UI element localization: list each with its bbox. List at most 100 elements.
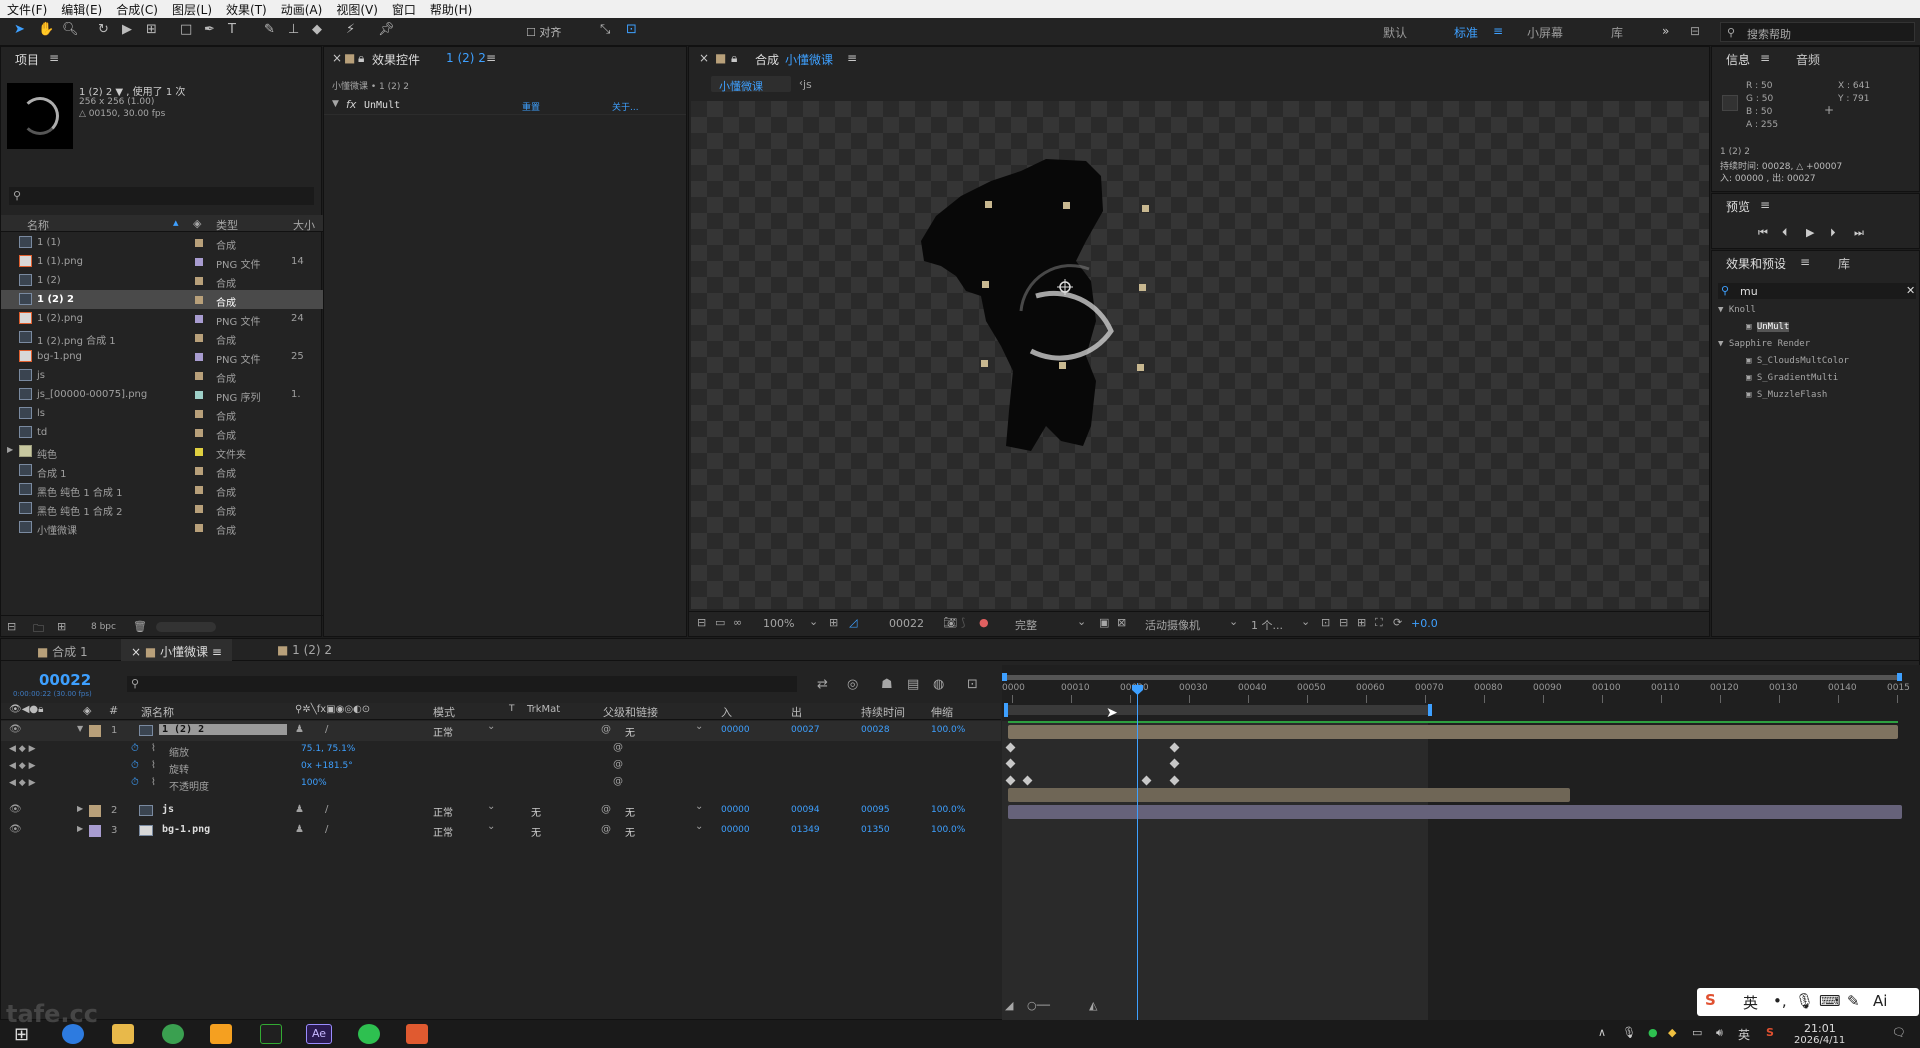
views-dropdown[interactable]: 1 个... — [1251, 617, 1283, 633]
label-color-swatch[interactable] — [195, 391, 203, 399]
clone-tool-icon[interactable]: ⊥ — [288, 22, 299, 42]
pen-tool-icon[interactable]: ✒ — [204, 22, 215, 42]
help-search-field[interactable]: ⚲ 搜索帮助 — [1720, 22, 1915, 42]
expand-arrow-icon[interactable]: ▼ — [332, 99, 339, 109]
ime-logo-icon[interactable]: S — [1705, 991, 1716, 1009]
layer-out[interactable]: 00027 — [791, 725, 820, 735]
workspace-menu-icon[interactable]: ≡ — [1493, 24, 1503, 38]
timeline-search-input[interactable]: ⚲ — [127, 676, 797, 692]
column-type[interactable]: 类型 — [216, 217, 238, 233]
ime-ai-icon[interactable]: Ai — [1873, 992, 1887, 1010]
column-parent[interactable]: 父级和链接 — [603, 704, 658, 720]
label-color-swatch[interactable] — [195, 353, 203, 361]
trash-icon[interactable]: 🗑︎ — [133, 620, 147, 633]
more-workspaces-icon[interactable]: » — [1662, 24, 1669, 38]
transform-handle[interactable] — [981, 360, 988, 367]
frame-blending-icon[interactable]: ▤ — [907, 677, 919, 692]
project-item[interactable]: td 合成 — [1, 423, 323, 442]
parent-dropdown[interactable]: 无 — [625, 804, 635, 819]
project-item[interactable]: 黑色 纯色 1 合成 2 合成 — [1, 499, 323, 518]
brush-tool-icon[interactable]: ✎ — [264, 22, 275, 42]
label-color-swatch[interactable] — [195, 372, 203, 380]
menu-item[interactable]: 合成(C) — [109, 1, 165, 18]
effects-search-input[interactable]: ⚲ mu ✕ — [1718, 283, 1916, 299]
tray-wechat-icon[interactable]: ● — [1648, 1026, 1658, 1039]
shy-icon[interactable]: ☗ — [881, 677, 893, 692]
shy-switch-icon[interactable]: ♟ — [295, 724, 304, 735]
project-search-input[interactable]: ⚲ — [9, 187, 314, 205]
menu-item[interactable]: 动画(A) — [274, 1, 330, 18]
tray-ime[interactable]: 英 — [1738, 1026, 1750, 1043]
ime-lang[interactable]: 英 — [1743, 992, 1758, 1013]
tray-mic-icon[interactable]: 🎙︎ — [1622, 1026, 1636, 1039]
timeline-tab[interactable]: ■ 1 (2) 2 — [267, 639, 342, 661]
effects-group[interactable]: ▼ Sapphire Render — [1718, 339, 1810, 349]
expand-arrow-icon[interactable]: ▶ — [7, 445, 13, 454]
tray-network-icon[interactable]: ▭ — [1692, 1026, 1702, 1039]
interpret-footage-icon[interactable]: ⊟ — [7, 620, 16, 633]
property-value[interactable]: 100% — [301, 778, 327, 788]
panel-menu-icon[interactable]: ≡ — [486, 51, 496, 65]
menu-item[interactable]: 文件(F) — [0, 1, 54, 18]
layer-out[interactable]: 01349 — [791, 825, 820, 835]
property-row[interactable]: ◀ ◆ ▶ ⏱ ⌇ 不透明度 100% @ — [1, 775, 1001, 795]
new-folder-icon[interactable]: 🗀︎ — [33, 620, 44, 639]
shy-switch-icon[interactable]: ♟ — [295, 824, 304, 835]
timeline-layer-row[interactable]: 👁︎ ▶ 2 js ♟ / 正常 ⌄ 无 @ 无 ⌄ 00000 00094 00095 100.0% — [1, 801, 1001, 821]
presentation-app-icon[interactable] — [406, 1024, 428, 1044]
workspace-standard[interactable]: 标准 — [1454, 24, 1478, 41]
panel-menu-icon[interactable]: ≡ — [208, 645, 222, 659]
panel-menu-icon[interactable]: ≡ — [49, 51, 59, 65]
roto-tool-icon[interactable]: ⚡ — [346, 22, 355, 42]
info-tab[interactable]: 信息 — [1726, 51, 1750, 68]
project-item[interactable]: 1 (2) 2 合成 — [1, 290, 323, 309]
camera-dropdown[interactable]: 活动摄像机 — [1145, 617, 1200, 633]
comp-mini-flowchart-icon[interactable]: ⇄ — [817, 677, 828, 692]
expand-arrow-icon[interactable]: ▼ — [1718, 339, 1729, 349]
mask-visibility-icon[interactable]: ◿ — [849, 616, 857, 629]
fx-reset-link[interactable]: 重置 — [522, 100, 540, 113]
visibility-eye-icon[interactable]: 👁︎ — [9, 724, 22, 735]
show-snapshot-icon[interactable]: ⟆ — [961, 616, 965, 629]
label-color-swatch[interactable] — [195, 410, 203, 418]
toggle-pixel-aspect-icon[interactable]: ⊡ — [1321, 616, 1330, 629]
timeline-graph[interactable]: 0000000100002000030000400005000060000700… — [1002, 665, 1920, 1021]
wechat-icon[interactable] — [358, 1024, 380, 1044]
reset-exposure-icon[interactable]: ⟳ — [1393, 616, 1402, 629]
transparency-grid-icon[interactable]: ⊠ — [1117, 616, 1126, 629]
label-color-swatch[interactable] — [195, 467, 203, 475]
lock-icon[interactable]: 🔒︎ — [731, 51, 737, 66]
transform-handle[interactable] — [1063, 202, 1070, 209]
expand-arrow-icon[interactable]: ▶ — [77, 804, 83, 813]
fx-icon[interactable]: fx — [346, 98, 356, 111]
comp-breadcrumb-active[interactable]: 小懂微课 — [711, 76, 791, 93]
composition-tab-label[interactable]: 合成 — [755, 51, 779, 68]
ime-skin-icon[interactable]: ✎ — [1847, 992, 1860, 1010]
column-duration[interactable]: 持续时间 — [861, 704, 905, 720]
project-item[interactable]: js_[00000-00075].png PNG 序列 1. — [1, 385, 323, 404]
column-mode[interactable]: 模式 — [433, 704, 455, 720]
close-icon[interactable]: × — [699, 51, 709, 65]
quality-switch-icon[interactable]: / — [325, 724, 328, 735]
last-frame-icon[interactable]: ⏭ — [1854, 226, 1864, 240]
shy-switch-icon[interactable]: ♟ — [295, 804, 304, 815]
selection-tool-icon[interactable]: ➤ — [14, 22, 25, 42]
effects-item[interactable]: ▣ S_GradientMulti — [1746, 373, 1838, 383]
panel-menu-icon[interactable]: ≡ — [1800, 255, 1810, 269]
timeline-tab[interactable]: × ■ 小懂微课 ≡ — [121, 639, 232, 661]
pickwhip-icon[interactable]: @ — [601, 824, 611, 835]
project-item[interactable]: 1 (2) 合成 — [1, 271, 323, 290]
after-effects-icon[interactable]: Ae — [306, 1024, 332, 1044]
always-preview-icon[interactable]: ⊟ — [697, 616, 706, 629]
layer-stretch[interactable]: 100.0% — [931, 805, 965, 815]
previous-frame-icon[interactable]: ⏴ — [1782, 226, 1788, 240]
label-color-swatch[interactable] — [195, 315, 203, 323]
ime-punct-icon[interactable]: •, — [1773, 992, 1787, 1010]
graph-editor-icon[interactable]: ⊡ — [967, 677, 978, 692]
project-item[interactable]: ls 合成 — [1, 404, 323, 423]
workspace-small-screen[interactable]: 小屏幕 — [1527, 24, 1563, 41]
quality-switch-icon[interactable]: / — [325, 804, 328, 815]
navigator-end-handle[interactable] — [1897, 673, 1902, 681]
work-area-bar[interactable] — [1004, 705, 1430, 715]
graph-icon[interactable]: ⌇ — [151, 777, 156, 788]
